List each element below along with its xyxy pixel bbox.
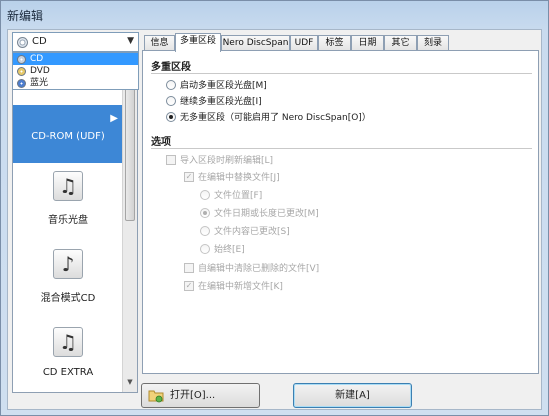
data-disc-icon <box>53 109 83 127</box>
list-item-label: 混合模式CD <box>40 293 96 304</box>
radio-button[interactable] <box>200 189 210 200</box>
disc-type-value: CD <box>32 36 47 47</box>
radio-button[interactable] <box>200 207 210 218</box>
option-label: 在编辑中新增文件[K] <box>198 282 283 292</box>
disc-type-select[interactable]: CD ▼ <box>12 32 139 52</box>
title-bar[interactable]: 新编辑 <box>1 1 548 27</box>
option-label: 自编辑中清除已删除的文件[V] <box>198 264 320 274</box>
tab-info[interactable]: 信息 <box>144 35 175 51</box>
dvd-icon <box>17 67 26 76</box>
delete-removed-checkbox[interactable]: 自编辑中清除已删除的文件[V] <box>184 262 320 275</box>
project-type-list[interactable]: CD-ROM (UDF) ▶ ♫ 音乐光盘 ♪ 混合模式CD ♫ CD EXTR… <box>12 52 138 393</box>
option-label: 继续多重区段光盘[I] <box>180 97 262 107</box>
option-label: 蓝光 <box>30 78 49 88</box>
option-label: 文件日期或长度已更改[M] <box>214 209 319 219</box>
open-button[interactable]: 打开[O]... <box>141 383 260 408</box>
tab-burn[interactable]: 刻录 <box>417 35 449 51</box>
disc-type-dropdown: CD DVD 蓝光 <box>12 52 139 90</box>
list-item-label: CD-ROM (UDF) <box>31 131 105 142</box>
new-button[interactable]: 新建[A] <box>293 383 412 408</box>
multisession-title: 多重区段 <box>151 62 191 73</box>
dropdown-option-bluray[interactable]: 蓝光 <box>13 77 138 89</box>
start-multisession-radio[interactable]: 启动多重区段光盘[M] <box>166 79 267 92</box>
option-label: 文件位置[F] <box>214 191 263 201</box>
import-refresh-checkbox[interactable]: 导入区段时刷新编辑[L] <box>166 154 274 167</box>
folder-open-icon <box>148 390 164 403</box>
no-multisession-radio[interactable]: 无多重区段（可能启用了 Nero DiscSpan[O]） <box>166 111 371 124</box>
checkbox[interactable] <box>166 154 176 165</box>
tab-label[interactable]: 标签 <box>318 35 351 51</box>
always-radio[interactable]: 始终[E] <box>200 243 245 256</box>
new-compilation-window: 新编辑 CD-ROM (UDF) ▶ ♫ 音乐光盘 ♪ 混合模式CD ♫ CD … <box>0 0 549 416</box>
date-or-length-changed-radio[interactable]: 文件日期或长度已更改[M] <box>200 207 319 220</box>
option-label: 导入区段时刷新编辑[L] <box>180 156 274 166</box>
list-item-label: CD EXTRA <box>42 367 94 378</box>
list-item-cd-extra[interactable]: ♫ CD EXTRA <box>13 327 123 387</box>
new-files-in-edit-checkbox[interactable]: ✓ 在编辑中新增文件[K] <box>184 280 283 293</box>
bluray-icon <box>17 79 26 88</box>
continue-multisession-radio[interactable]: 继续多重区段光盘[I] <box>166 95 262 108</box>
open-button-label: 打开[O]... <box>170 390 216 401</box>
option-label: 启动多重区段光盘[M] <box>180 81 267 91</box>
radio-button[interactable] <box>166 111 176 122</box>
chevron-down-icon[interactable]: ▼ <box>127 36 134 46</box>
option-label: 文件内容已更改[S] <box>214 227 290 237</box>
options-title: 选项 <box>151 137 171 148</box>
chevron-right-icon: ▶ <box>110 113 118 124</box>
option-label: DVD <box>30 66 50 76</box>
divider <box>151 73 532 74</box>
checkbox[interactable]: ✓ <box>184 171 194 182</box>
dropdown-option-cd[interactable]: CD <box>13 53 138 65</box>
radio-button[interactable] <box>166 95 176 106</box>
checkbox[interactable] <box>184 262 194 273</box>
list-item-cd-rom-udf[interactable]: CD-ROM (UDF) ▶ <box>13 105 123 163</box>
tab-multisession[interactable]: 多重区段 <box>175 33 221 52</box>
tab-udf[interactable]: UDF <box>290 35 318 51</box>
option-label: 无多重区段（可能启用了 Nero DiscSpan[O]） <box>180 113 371 123</box>
scroll-down-icon[interactable]: ▼ <box>125 378 135 390</box>
list-item-audio-cd[interactable]: ♫ 音乐光盘 <box>13 171 123 231</box>
replace-in-edit-checkbox[interactable]: ✓ 在编辑中替换文件[J] <box>184 171 280 184</box>
radio-button[interactable] <box>200 225 210 236</box>
content-changed-radio[interactable]: 文件内容已更改[S] <box>200 225 290 238</box>
tab-nero-discspan[interactable]: Nero DiscSpan <box>221 35 290 51</box>
list-scrollbar[interactable]: ▲ ▼ <box>122 53 137 392</box>
cd-icon <box>17 37 28 48</box>
window-title: 新编辑 <box>7 9 44 23</box>
scrollbar-thumb[interactable] <box>125 69 135 221</box>
divider <box>151 148 532 149</box>
music-note-icon: ♫ <box>53 327 83 357</box>
cd-icon <box>17 55 26 64</box>
option-label: 在编辑中替换文件[J] <box>198 173 280 183</box>
radio-button[interactable] <box>166 79 176 90</box>
tab-misc[interactable]: 其它 <box>384 35 417 51</box>
file-position-radio[interactable]: 文件位置[F] <box>200 189 263 202</box>
option-label: 始终[E] <box>214 245 245 255</box>
music-note-icon: ♫ <box>53 171 83 201</box>
multisession-panel: 多重区段 启动多重区段光盘[M] 继续多重区段光盘[I] 无多重区段（可能启用了… <box>142 50 539 374</box>
dialog-body: CD-ROM (UDF) ▶ ♫ 音乐光盘 ♪ 混合模式CD ♫ CD EXTR… <box>7 29 542 410</box>
tab-date[interactable]: 日期 <box>351 35 384 51</box>
dropdown-option-dvd[interactable]: DVD <box>13 65 138 77</box>
checkbox[interactable]: ✓ <box>184 280 194 291</box>
radio-button[interactable] <box>200 243 210 254</box>
list-item-mixed-mode-cd[interactable]: ♪ 混合模式CD <box>13 249 123 309</box>
mixed-mode-icon: ♪ <box>53 249 83 279</box>
list-item-label: 音乐光盘 <box>48 215 88 226</box>
option-label: CD <box>30 54 44 64</box>
